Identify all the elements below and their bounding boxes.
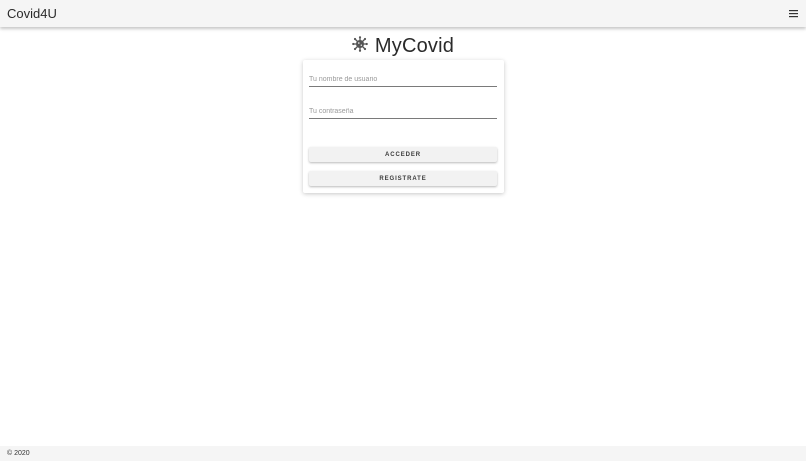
- page-title: MyCovid: [374, 35, 455, 57]
- access-button[interactable]: ACCEDER: [309, 147, 497, 162]
- username-field[interactable]: [309, 72, 497, 87]
- username-input[interactable]: [309, 72, 497, 86]
- register-button-label: REGISTRATE: [379, 175, 427, 182]
- top-app-bar: Covid4U: [0, 0, 806, 27]
- password-input[interactable]: [309, 104, 497, 118]
- copyright-text: © 2020: [7, 450, 30, 457]
- footer: © 2020: [0, 446, 806, 461]
- app-title[interactable]: Covid4U: [7, 6, 57, 21]
- access-button-label: ACCEDER: [385, 151, 421, 158]
- brand-header: MyCovid: [0, 35, 806, 57]
- hamburger-menu-icon[interactable]: [787, 7, 800, 20]
- virus-icon: [352, 35, 368, 57]
- register-button[interactable]: REGISTRATE: [309, 171, 497, 186]
- password-field[interactable]: [309, 104, 497, 119]
